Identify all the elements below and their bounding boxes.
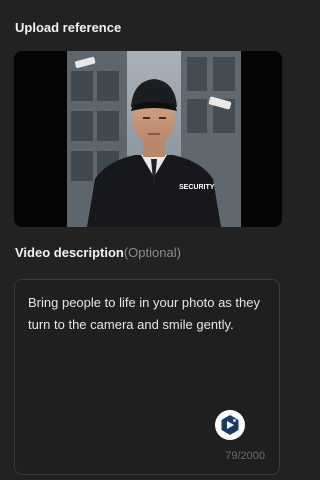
- video-description-label: Video description: [15, 245, 124, 260]
- reference-photo: SECURITY: [67, 51, 241, 227]
- ai-enhance-button[interactable]: [215, 410, 245, 440]
- ai-enhance-icon: [221, 415, 239, 435]
- upload-reference-area[interactable]: SECURITY: [14, 51, 282, 227]
- character-counter: 79/2000: [225, 450, 265, 462]
- jacket-label: SECURITY: [179, 184, 215, 191]
- video-description-title: Video description(Optional): [15, 245, 181, 260]
- video-description-field[interactable]: Bring people to life in your photo as th…: [14, 279, 280, 475]
- video-description-text[interactable]: Bring people to life in your photo as th…: [28, 292, 268, 336]
- page: Upload reference SECURITY Video descript…: [0, 0, 296, 480]
- upload-reference-title: Upload reference: [15, 20, 122, 35]
- optional-label: (Optional): [123, 245, 181, 260]
